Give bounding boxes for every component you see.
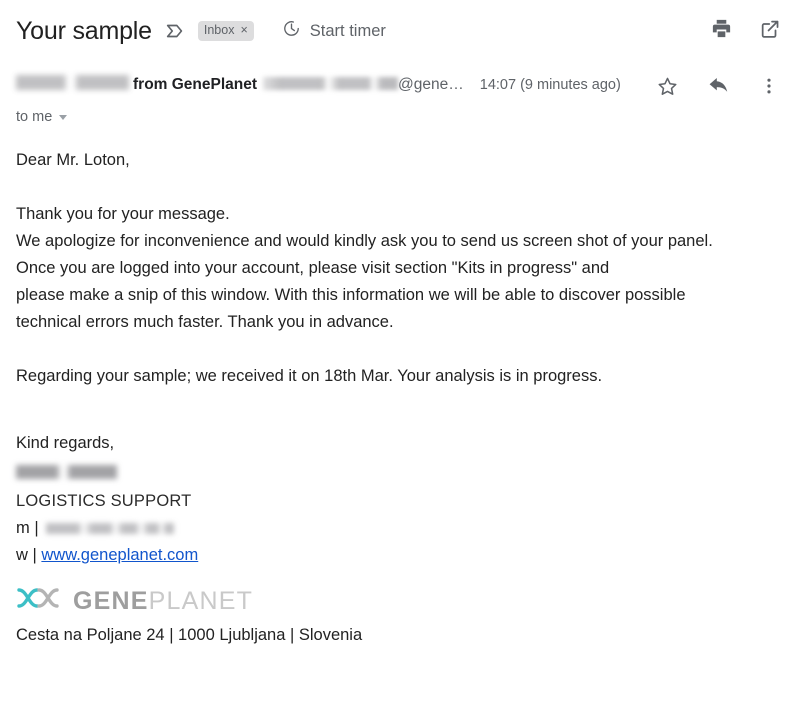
sender-details[interactable]: from GenePlanet @gene… 14:07 (9 minutes … (16, 74, 640, 95)
chevron-down-icon[interactable] (59, 114, 68, 120)
body-spacer-2 (16, 336, 787, 363)
body-spacer-4 (16, 417, 787, 430)
body-closing-paragraph: Regarding your sample; we received it on… (16, 367, 603, 385)
body-spacer-3 (16, 390, 787, 417)
label-outline-icon[interactable] (164, 20, 186, 42)
recipient-label: to me (16, 109, 53, 125)
logo-text-planet: PLANET (148, 586, 254, 615)
geneplanet-logo: GENE PLANET (0, 569, 803, 616)
header-actions (710, 17, 787, 45)
timer-clock-icon (282, 19, 301, 43)
signature-mobile-row: m | (16, 515, 787, 542)
inbox-label-chip[interactable]: Inbox × (197, 21, 254, 41)
signature-web-prefix: w | (16, 546, 37, 564)
star-icon[interactable] (656, 75, 679, 103)
geneplanet-wordmark: GENE PLANET (73, 587, 253, 615)
signature-block: LOGISTICS SUPPORT m | w | www.geneplanet… (0, 457, 803, 569)
geneplanet-dna-mark-icon (16, 585, 60, 616)
reply-icon[interactable] (707, 74, 731, 103)
logo-text-gene: GENE (73, 586, 149, 615)
start-timer-label: Start timer (309, 21, 386, 40)
start-timer-button[interactable]: Start timer (282, 19, 386, 43)
close-icon[interactable]: × (240, 23, 247, 38)
sender-email-visible: @gene… (398, 76, 464, 93)
more-options-icon[interactable] (759, 75, 779, 102)
signature-name-redacted (16, 465, 117, 479)
sender-row: from GenePlanet @gene… 14:07 (9 minutes … (0, 48, 803, 103)
signature-role: LOGISTICS SUPPORT (16, 492, 192, 510)
company-address: Cesta na Poljane 24 | 1000 Ljubljana | S… (16, 626, 363, 644)
message-timestamp: 14:07 (9 minutes ago) (479, 77, 621, 93)
signature-mobile-prefix: m | (16, 519, 39, 537)
sender-organization: from GenePlanet (133, 76, 258, 93)
body-greeting: Dear Mr. Loton, (16, 151, 130, 169)
body-line-4: please make a snip of this window. With … (16, 286, 686, 304)
print-icon[interactable] (710, 17, 733, 45)
recipient-row[interactable]: to me (0, 103, 803, 125)
body-line-3: Once you are logged into your account, p… (16, 259, 610, 277)
signature-mobile-redacted (45, 523, 174, 534)
message-body: Dear Mr. Loton, Thank you for your messa… (0, 125, 803, 457)
sender-email-redacted (263, 77, 399, 90)
body-line-5: technical errors much faster. Thank you … (16, 313, 394, 331)
subject-bar: Your sample Inbox × Start timer (0, 0, 803, 48)
message-actions (656, 74, 787, 103)
body-line-1: Thank you for your message. (16, 205, 230, 223)
page-title: Your sample (16, 17, 152, 45)
sender-name-redacted (16, 75, 129, 90)
signature-name-row (16, 457, 787, 488)
website-link[interactable]: www.geneplanet.com (41, 546, 198, 564)
inbox-label-text: Inbox (203, 23, 235, 37)
body-sign-off: Kind regards, (16, 434, 115, 452)
body-line-2: We apologize for inconvenience and would… (16, 232, 713, 250)
open-in-new-window-icon[interactable] (759, 18, 781, 45)
signature-web-row: w | www.geneplanet.com (16, 542, 787, 569)
